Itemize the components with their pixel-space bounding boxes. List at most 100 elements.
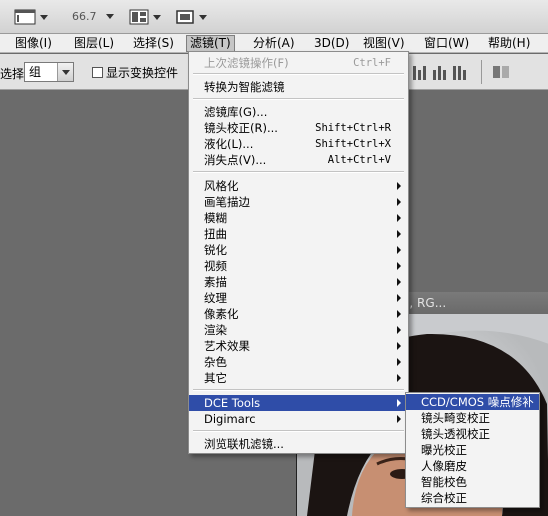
- menu-item-label: 视频: [204, 259, 227, 273]
- menu-3d[interactable]: 3D(D): [311, 35, 352, 52]
- menu-item-label: 上次滤镜操作(F): [204, 56, 289, 70]
- menu-item-label: 消失点(V)...: [204, 153, 267, 167]
- menu-item-texture[interactable]: 纹理: [189, 290, 408, 306]
- chevron-right-icon: [397, 278, 401, 286]
- chevron-down-icon[interactable]: [106, 14, 114, 19]
- menu-item-browse-online[interactable]: 浏览联机滤镜...: [189, 436, 408, 452]
- filter-menu: 上次滤镜操作(F) Ctrl+F 转换为智能滤镜 滤镜库(G)... 镜头校正(…: [188, 51, 409, 454]
- chevron-down-icon: [57, 63, 73, 81]
- menu-item-label: 素描: [204, 275, 227, 289]
- menu-divider: [193, 430, 404, 432]
- submenu-item-exposure[interactable]: 曝光校正: [406, 442, 539, 458]
- auto-select-dropdown[interactable]: 组: [24, 62, 74, 82]
- chevron-down-icon: [199, 14, 207, 20]
- menu-item-artistic[interactable]: 艺术效果: [189, 338, 408, 354]
- show-transform-label: 显示变换控件: [106, 66, 179, 80]
- menu-item-last-filter: 上次滤镜操作(F) Ctrl+F: [189, 55, 408, 71]
- menu-item-label: 模糊: [204, 211, 227, 225]
- document-frame-button[interactable]: [14, 8, 48, 26]
- menu-divider: [193, 98, 404, 100]
- chevron-right-icon: [397, 230, 401, 238]
- submenu-item-smart-color[interactable]: 智能校色: [406, 474, 539, 490]
- view-extras-icon: [129, 9, 149, 25]
- menu-item-video[interactable]: 视频: [189, 258, 408, 274]
- menu-item-render[interactable]: 渲染: [189, 322, 408, 338]
- shortcut-label: Ctrl+F: [353, 57, 391, 69]
- chevron-right-icon: [397, 198, 401, 206]
- submenu-item-lens-perspective[interactable]: 镜头透视校正: [406, 426, 539, 442]
- menu-item-filter-gallery[interactable]: 滤镜库(G)...: [189, 104, 408, 120]
- menu-layer[interactable]: 图层(L): [71, 35, 117, 52]
- distribute-buttons: [412, 64, 466, 80]
- auto-select-value: 组: [29, 65, 42, 79]
- chevron-right-icon: [397, 399, 401, 407]
- menu-divider: [193, 389, 404, 391]
- chevron-right-icon: [397, 326, 401, 334]
- menu-item-sharpen[interactable]: 锐化: [189, 242, 408, 258]
- menu-item-blur[interactable]: 模糊: [189, 210, 408, 226]
- screen-mode-icon: [176, 10, 194, 24]
- menu-item-label: 其它: [204, 371, 227, 385]
- menu-item-label: 镜头校正(R)...: [204, 121, 278, 135]
- menu-view[interactable]: 视图(V): [360, 35, 408, 52]
- menu-item-label: 浏览联机滤镜...: [204, 437, 284, 451]
- show-transform-checkbox[interactable]: [92, 67, 103, 78]
- menu-item-label: 滤镜库(G)...: [204, 105, 268, 119]
- distribute-center-icon[interactable]: [432, 64, 446, 80]
- chevron-right-icon: [397, 342, 401, 350]
- screen-mode-button[interactable]: [175, 8, 207, 26]
- menu-item-label: 渲染: [204, 323, 227, 337]
- menu-item-label: 液化(L)...: [204, 137, 254, 151]
- view-extras-button[interactable]: [129, 8, 161, 26]
- menu-item-label: Digimarc: [204, 412, 256, 426]
- auto-align-icon[interactable]: [492, 64, 510, 80]
- submenu-item-lens-distortion[interactable]: 镜头畸变校正: [406, 410, 539, 426]
- menu-item-liquify[interactable]: 液化(L)... Shift+Ctrl+X: [189, 136, 408, 152]
- shortcut-label: Shift+Ctrl+R: [315, 122, 391, 134]
- menu-divider: [193, 171, 404, 173]
- menu-filter[interactable]: 滤镜(T): [186, 35, 235, 52]
- menu-item-pixelate[interactable]: 像素化: [189, 306, 408, 322]
- menu-item-other[interactable]: 其它: [189, 370, 408, 386]
- application-bar: 66.7: [0, 0, 548, 34]
- distribute-right-icon[interactable]: [452, 64, 466, 80]
- shortcut-label: Alt+Ctrl+V: [327, 154, 391, 166]
- divider: [481, 60, 482, 84]
- menu-window[interactable]: 窗口(W): [421, 35, 472, 52]
- menu-item-stylize[interactable]: 风格化: [189, 178, 408, 194]
- chevron-right-icon: [397, 182, 401, 190]
- menu-image[interactable]: 图像(I): [12, 35, 55, 52]
- menu-item-label: 锐化: [204, 243, 227, 257]
- submenu-item-comprehensive[interactable]: 综合校正: [406, 490, 539, 506]
- menu-help[interactable]: 帮助(H): [485, 35, 533, 52]
- menu-item-brush-strokes[interactable]: 画笔描边: [189, 194, 408, 210]
- menu-item-label: 艺术效果: [204, 339, 250, 353]
- menu-item-smart-filter[interactable]: 转换为智能滤镜: [189, 79, 408, 95]
- menu-item-label: 转换为智能滤镜: [204, 80, 285, 94]
- menu-analysis[interactable]: 分析(A): [250, 35, 298, 52]
- chevron-right-icon: [397, 374, 401, 382]
- submenu-item-ccd-noise[interactable]: CCD/CMOS 噪点修补: [406, 394, 539, 410]
- chevron-right-icon: [397, 246, 401, 254]
- zoom-level[interactable]: 66.7: [72, 10, 97, 23]
- menu-item-label: DCE Tools: [204, 396, 261, 410]
- menu-item-dce-tools[interactable]: DCE Tools: [189, 395, 408, 411]
- document-frame-icon: [14, 9, 36, 25]
- menu-item-label: 画笔描边: [204, 195, 250, 209]
- chevron-right-icon: [397, 415, 401, 423]
- menu-select[interactable]: 选择(S): [130, 35, 177, 52]
- distribute-left-icon[interactable]: [412, 64, 426, 80]
- menu-item-sketch[interactable]: 素描: [189, 274, 408, 290]
- chevron-right-icon: [397, 294, 401, 302]
- submenu-item-skin-smoothing[interactable]: 人像磨皮: [406, 458, 539, 474]
- menu-item-vanishing-point[interactable]: 消失点(V)... Alt+Ctrl+V: [189, 152, 408, 168]
- menu-item-label: 风格化: [204, 179, 239, 193]
- menu-item-digimarc[interactable]: Digimarc: [189, 411, 408, 427]
- dce-tools-submenu: CCD/CMOS 噪点修补 镜头畸变校正 镜头透视校正 曝光校正 人像磨皮 智能…: [405, 392, 540, 508]
- menu-item-noise[interactable]: 杂色: [189, 354, 408, 370]
- menu-item-distort[interactable]: 扭曲: [189, 226, 408, 242]
- chevron-down-icon: [153, 14, 161, 20]
- menu-item-label: 扭曲: [204, 227, 227, 241]
- menu-item-label: 杂色: [204, 355, 227, 369]
- menu-item-lens-correction[interactable]: 镜头校正(R)... Shift+Ctrl+R: [189, 120, 408, 136]
